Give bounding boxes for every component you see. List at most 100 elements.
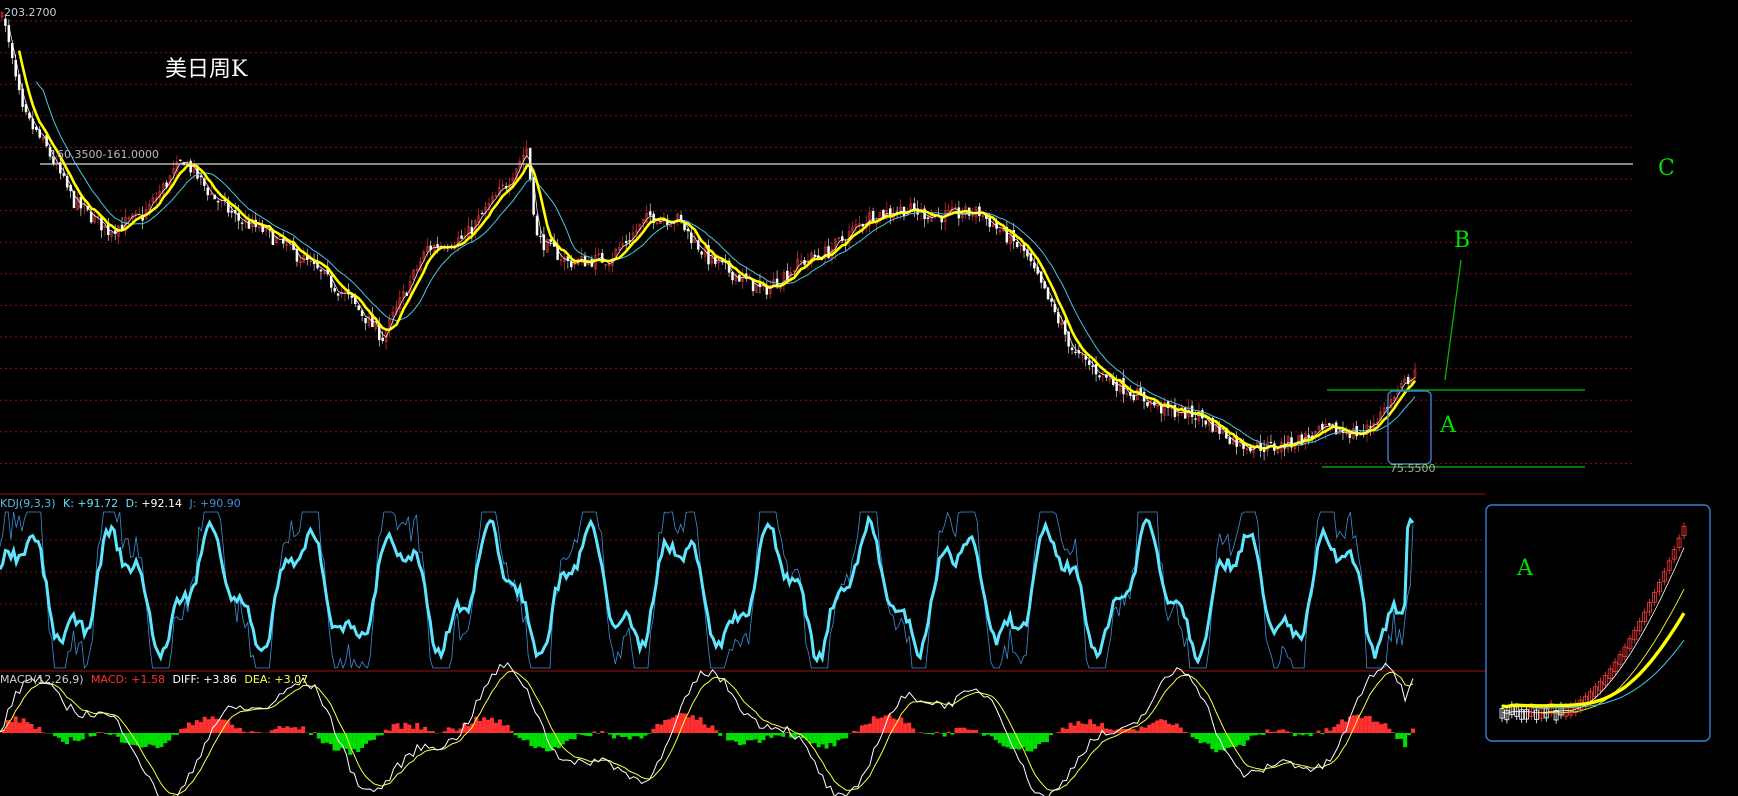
macd-bar [568, 733, 573, 739]
macd-bar [182, 728, 187, 733]
macd-bar [639, 733, 644, 739]
macd-bar [659, 724, 664, 733]
macd-bar [1084, 724, 1089, 733]
candle-body [4, 18, 7, 26]
macd-bar [391, 724, 396, 733]
macd-bar [253, 731, 258, 733]
macd-bar [749, 733, 754, 741]
macd-bar [308, 733, 313, 735]
inset-panel: A [1485, 504, 1711, 742]
macd-bar [702, 724, 707, 733]
macd-bar [198, 721, 203, 733]
macd-bar [521, 733, 526, 741]
kdj-header: KDJ(9,3,3) K: +91.72 D: +92.14 J: +90.90 [0, 497, 241, 510]
macd-bar [1332, 726, 1337, 733]
macd-bar [423, 726, 428, 733]
macd-bar [690, 715, 695, 733]
macd-bar [277, 726, 282, 733]
candle-body [978, 206, 981, 217]
macd-bar [737, 733, 742, 746]
candle-body [549, 239, 552, 242]
macd-bar [1367, 715, 1372, 733]
macd-bar [930, 733, 935, 735]
macd-bar [1190, 733, 1195, 738]
kdj-k-label: K: [63, 497, 74, 510]
macd-bar [1033, 733, 1038, 749]
macd-bar [1076, 721, 1081, 733]
candle-body [89, 211, 93, 223]
macd-bar [1210, 733, 1215, 750]
macd-bar [812, 733, 817, 744]
macd-bar [175, 733, 180, 735]
macd-bar [1383, 723, 1388, 733]
macd-bar [96, 732, 101, 733]
macd-bar [903, 723, 908, 733]
macd-bar [600, 731, 605, 733]
macd-bar [505, 724, 510, 733]
macd-bar [1068, 722, 1073, 733]
macd-bar [112, 733, 117, 735]
dea-label: DEA: [244, 673, 270, 686]
macd-bar [541, 733, 546, 748]
candle-body [230, 210, 234, 213]
macd-bar [1241, 733, 1246, 746]
macd-bar [785, 732, 790, 733]
macd-bar [572, 733, 577, 740]
kdj-d-value: +92.14 [141, 497, 182, 510]
macd-bar [171, 733, 176, 735]
macd-bar [1277, 729, 1282, 733]
candle-body [1074, 351, 1077, 353]
macd-bar [871, 716, 876, 733]
macd-bar [316, 733, 321, 739]
macd-bar [29, 723, 34, 733]
candle-body [1269, 441, 1273, 444]
macd-bar [1107, 729, 1112, 733]
macd-bar [714, 730, 719, 733]
macd-bar [564, 733, 569, 741]
macd-bar [635, 733, 640, 737]
macd-bar [710, 725, 715, 733]
chart-title: 美日周K [165, 57, 248, 82]
macd-bar [206, 719, 211, 733]
macd-bar [1371, 721, 1376, 733]
macd-bar [1261, 733, 1266, 735]
macd-bar [757, 733, 762, 743]
candle-body [79, 196, 83, 209]
macd-bar [1407, 733, 1412, 736]
macd-bar [1387, 728, 1392, 733]
macd-bar [1226, 733, 1231, 748]
macd-bar [53, 733, 58, 737]
macd-bar [1257, 733, 1262, 735]
macd-bar [64, 733, 69, 745]
macd-bar [328, 733, 333, 745]
macd-bar [552, 733, 557, 748]
candle-body [926, 217, 930, 220]
macd-bar [580, 733, 585, 736]
macd-bar [454, 730, 459, 733]
macd-bar [852, 730, 857, 733]
macd-bar [21, 718, 26, 733]
dea-value: +3.07 [274, 673, 308, 686]
macd-bar [989, 733, 994, 737]
macd-value: +1.58 [131, 673, 165, 686]
macd-bar [297, 729, 302, 733]
candle-body [1091, 365, 1094, 367]
macd-bar [1194, 733, 1199, 739]
macd-bar [926, 733, 931, 734]
macd-bar [367, 733, 372, 741]
macd-bar [1316, 730, 1321, 733]
macd-bar [1147, 724, 1152, 733]
macd-bar [501, 725, 506, 733]
kdj-k-value: +91.72 [77, 497, 118, 510]
macd-bar [596, 733, 601, 734]
macd-bar [139, 733, 144, 748]
diff-value: +3.86 [203, 673, 237, 686]
candle-body [240, 222, 244, 224]
candle-body [1328, 423, 1331, 426]
macd-bar [482, 717, 487, 733]
macd-bar [533, 733, 538, 749]
resistance-label: 160.3500-161.0000 [50, 148, 159, 161]
macd-bar [1233, 733, 1238, 747]
macd-bar [1174, 723, 1179, 733]
macd-bar [1359, 718, 1364, 733]
